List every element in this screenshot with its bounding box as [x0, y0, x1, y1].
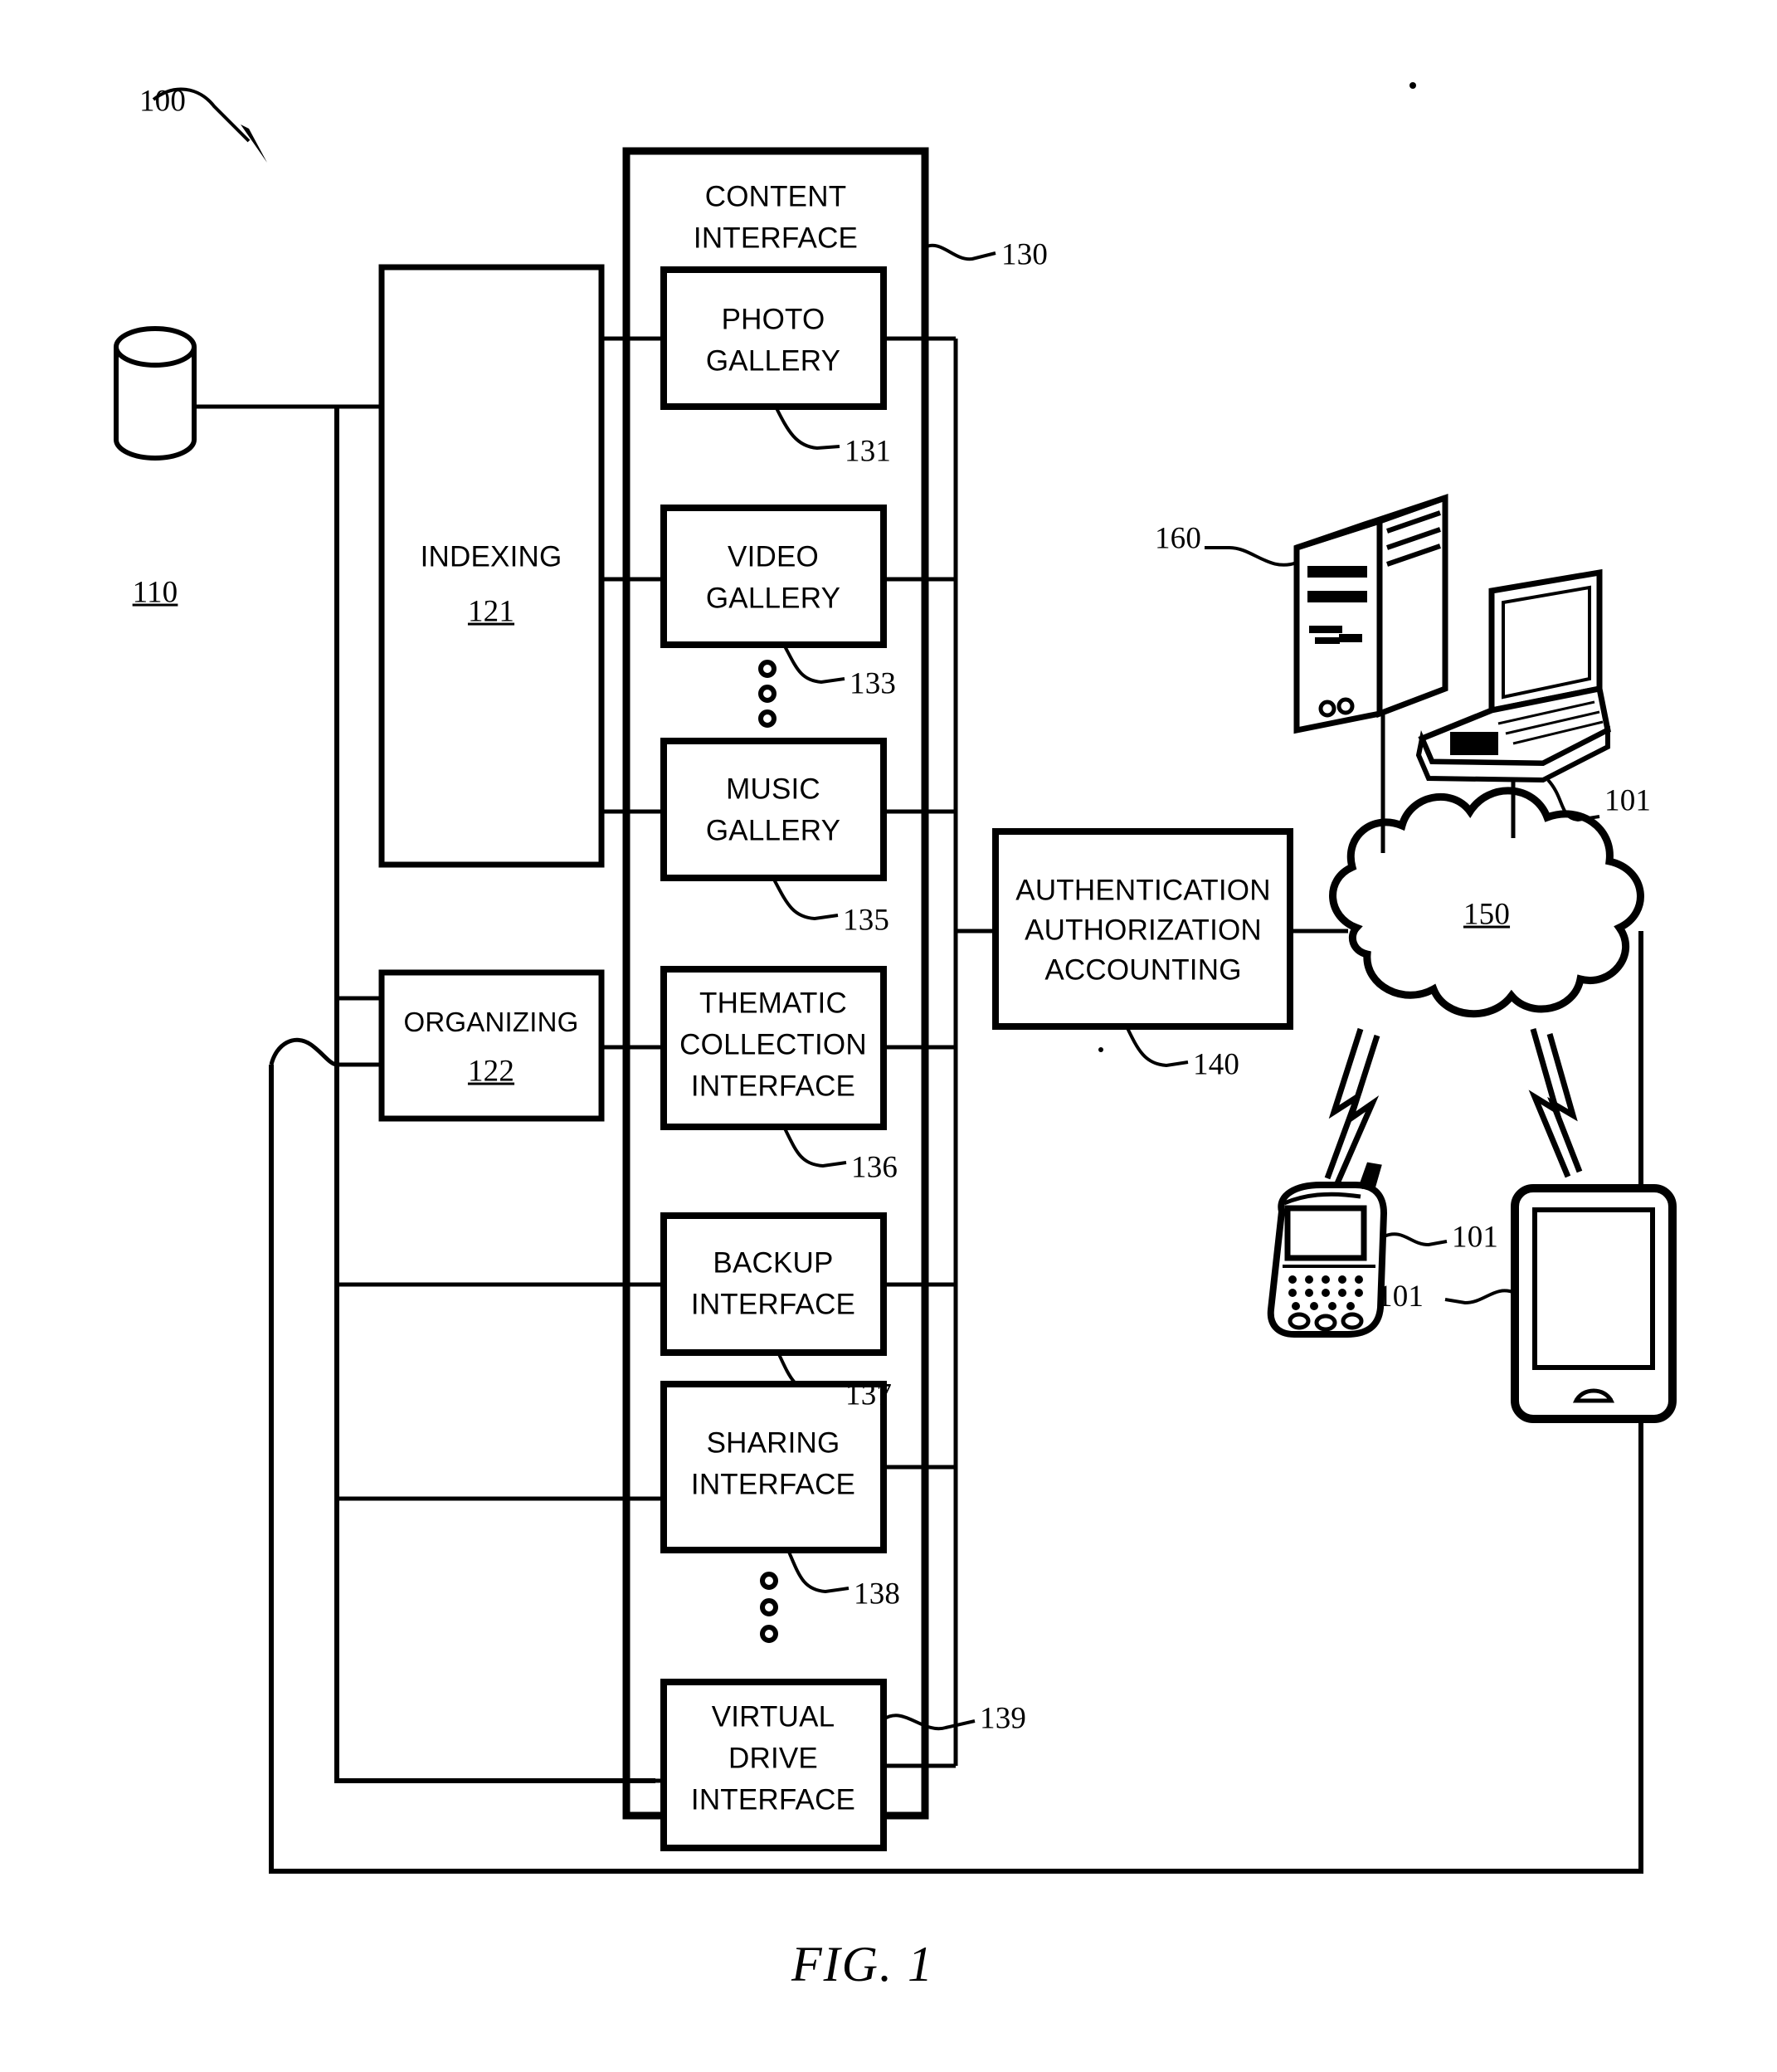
right-vertical-bus [953, 339, 996, 1766]
content-interface-title-line2: INTERFACE [693, 222, 859, 255]
virtual-drive-label-line3: INTERFACE [690, 1783, 856, 1816]
photo-gallery-ref-leader [774, 406, 840, 451]
laptop-ref-label: 101 [1604, 783, 1652, 818]
sharing-interface-label-line1: SHARING [706, 1426, 840, 1460]
sharing-interface-label-line2: INTERFACE [690, 1468, 856, 1501]
scan-artifact-dot-2 [1098, 1047, 1103, 1052]
aaa-label-line1: AUTHENTICATION [1015, 874, 1271, 907]
system-ref-arrowhead [241, 124, 267, 163]
music-gallery-box [660, 738, 887, 881]
patent-figure-page: 100 110 INDEXING 121 ORGANIZING 122 CONT… [0, 0, 1777, 2072]
system-ref-label: 100 [139, 84, 187, 119]
aaa-label-line2: AUTHORIZATION [1025, 914, 1262, 947]
organizing-box [378, 969, 605, 1122]
content-interface-ref-leader [924, 243, 996, 261]
mobile-phone-icon [1267, 1162, 1388, 1338]
organizing-label: ORGANIZING [403, 1006, 579, 1037]
virtual-drive-label-line2: DRIVE [728, 1742, 818, 1775]
wireless-bolt-left-icon [1324, 1027, 1380, 1185]
backup-interface-box [660, 1212, 887, 1356]
video-gallery-box [660, 505, 887, 648]
photo-gallery-ref-label: 131 [845, 434, 892, 469]
interface-left-wires [601, 336, 664, 1783]
tablet-ref-label: 101 [1377, 1280, 1424, 1314]
thematic-collection-ref-label: 136 [851, 1150, 898, 1185]
thematic-collection-ref-leader [782, 1126, 847, 1168]
music-gallery-ref-label: 135 [843, 903, 890, 938]
server-ref-leader [1205, 546, 1297, 567]
backup-interface-ref-label: 137 [845, 1377, 893, 1412]
music-gallery-label-line2: GALLERY [705, 814, 841, 847]
tablet-ref-leader [1444, 1289, 1516, 1305]
sharing-interface-ref-label: 138 [854, 1577, 901, 1611]
music-gallery-ref-leader [772, 877, 839, 921]
video-gallery-ref-leader [782, 644, 845, 685]
ellipsis-between-sharing-and-virtual-drive [760, 1572, 778, 1643]
video-gallery-ref-label: 133 [850, 666, 897, 701]
database-ref-label: 110 [132, 575, 178, 610]
indexing-ref-label: 121 [467, 594, 515, 629]
database-cylinder [114, 326, 197, 461]
wireless-bolt-right-icon [1528, 1028, 1583, 1178]
virtual-drive-label-line1: VIRTUAL [711, 1700, 835, 1733]
tablet-icon [1511, 1184, 1677, 1423]
virtual-drive-ref-leader [882, 1714, 976, 1731]
indexing-label: INDEXING [420, 540, 562, 573]
aaa-label-line3: ACCOUNTING [1044, 953, 1242, 987]
figure-caption: FIG. 1 [791, 1937, 934, 1992]
aaa-ref-leader [1125, 1026, 1189, 1068]
thematic-collection-label-line2: COLLECTION [679, 1028, 867, 1061]
content-interface-ref-label: 130 [1001, 237, 1049, 272]
photo-gallery-box [660, 266, 887, 410]
cloud-ref-label: 150 [1463, 897, 1511, 932]
thematic-collection-label-line3: INTERFACE [690, 1070, 856, 1103]
aaa-ref-label: 140 [1193, 1047, 1240, 1082]
server-tower-icon [1293, 494, 1448, 734]
photo-gallery-label-line2: GALLERY [705, 344, 841, 378]
organizing-ref-label: 122 [467, 1054, 515, 1089]
virtual-drive-ref-label: 139 [980, 1701, 1027, 1736]
server-ref-label: 160 [1154, 521, 1202, 556]
video-gallery-label-line1: VIDEO [728, 540, 819, 573]
sharing-interface-ref-leader [786, 1549, 850, 1594]
interface-right-wires [884, 336, 956, 1768]
music-gallery-label-line1: MUSIC [726, 773, 820, 806]
scan-artifact-dot [1409, 82, 1416, 89]
thematic-collection-label-line1: THEMATIC [699, 987, 847, 1020]
photo-gallery-label-line1: PHOTO [721, 303, 825, 336]
backup-interface-label-line1: BACKUP [713, 1246, 834, 1280]
content-interface-title-line1: CONTENT [704, 180, 847, 213]
mobile-phone-ref-label: 101 [1452, 1220, 1499, 1255]
backup-interface-label-line2: INTERFACE [690, 1288, 856, 1321]
video-gallery-label-line2: GALLERY [705, 582, 841, 615]
diagram-canvas [114, 82, 1677, 1874]
mobile-phone-ref-leader [1383, 1232, 1448, 1247]
loop-hop [269, 1037, 338, 1067]
indexing-outputs [601, 336, 664, 814]
ellipsis-between-video-and-music [758, 660, 777, 728]
